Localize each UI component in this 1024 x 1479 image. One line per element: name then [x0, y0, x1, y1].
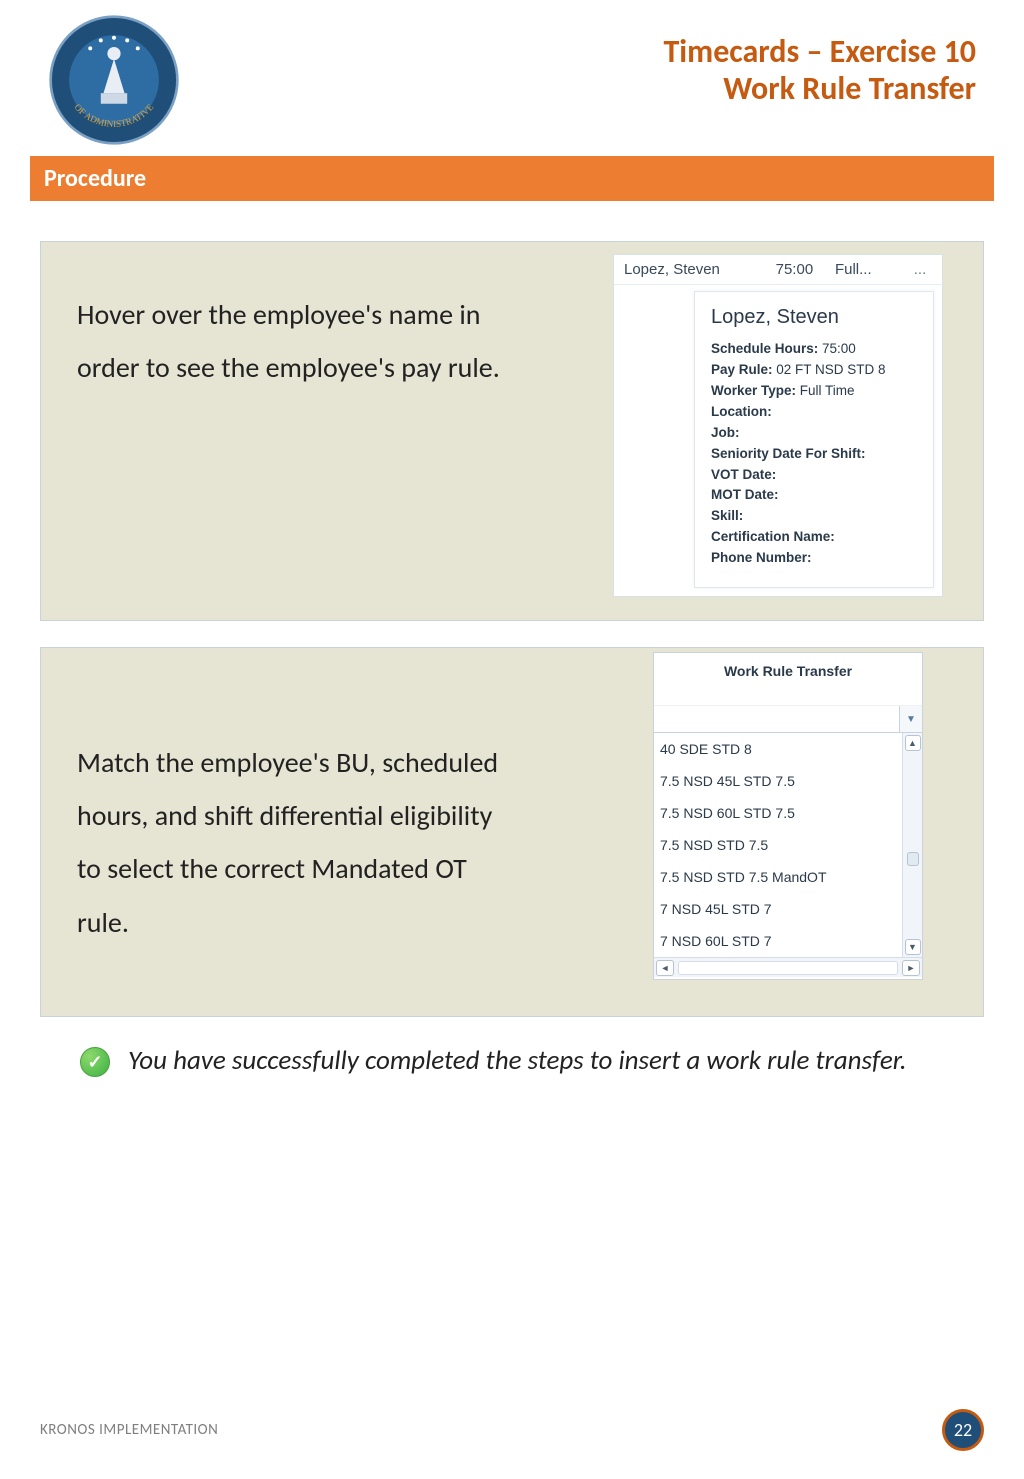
footer-label: KRONOS IMPLEMENTATION — [40, 1421, 218, 1439]
scroll-left-icon[interactable]: ◄ — [656, 960, 674, 976]
employee-row: Lopez, Steven 75:00 Full... ... — [614, 255, 942, 285]
instruction-text-1: Hover over the employee's name in order … — [77, 288, 517, 394]
work-rule-option[interactable]: 7.5 NSD 45L STD 7.5 — [654, 765, 902, 797]
page-title: Timecards – Exercise 10 Work Rule Transf… — [663, 34, 976, 108]
horizontal-scrollbar[interactable]: ◄ ► — [654, 957, 922, 977]
work-rule-option[interactable]: 7.5 NSD STD 7.5 — [654, 829, 902, 861]
work-rule-option-list: 40 SDE STD 87.5 NSD 45L STD 7.57.5 NSD 6… — [654, 733, 902, 957]
page-number-badge: 22 — [942, 1409, 984, 1451]
tooltip-line: Job: — [711, 423, 917, 444]
scroll-thumb[interactable] — [907, 852, 919, 866]
work-rule-option[interactable]: 7 NSD 60L STD 7 — [654, 925, 902, 957]
tooltip-lines: Schedule Hours: 75:00Pay Rule: 02 FT NSD… — [711, 339, 917, 569]
tooltip-line: Phone Number: — [711, 548, 917, 569]
tooltip-line: Skill: — [711, 506, 917, 527]
dropdown-arrow-icon[interactable]: ▼ — [900, 706, 922, 732]
tooltip-line: Schedule Hours: 75:00 — [711, 339, 917, 360]
work-rule-input[interactable] — [654, 706, 900, 732]
title-line-1: Timecards – Exercise 10 — [663, 34, 976, 71]
step-panel-match: Match the employee's BU, scheduled hours… — [40, 647, 984, 1017]
scroll-right-icon[interactable]: ► — [902, 960, 920, 976]
work-rule-option[interactable]: 7.5 NSD 60L STD 7.5 — [654, 797, 902, 829]
employee-hours-cell: 75:00 — [754, 261, 835, 278]
work-rule-input-row: ▼ — [654, 706, 922, 733]
completion-text: You have successfully completed the step… — [128, 1043, 907, 1079]
work-rule-option[interactable]: 40 SDE STD 8 — [654, 733, 902, 765]
employee-name-cell: Lopez, Steven — [624, 261, 754, 278]
tooltip-line: Worker Type: Full Time — [711, 381, 917, 402]
tooltip-line: Location: — [711, 402, 917, 423]
instruction-text-2: Match the employee's BU, scheduled hours… — [77, 736, 517, 949]
scroll-down-icon[interactable]: ▼ — [905, 939, 921, 955]
vertical-scrollbar[interactable]: ▲ ▼ — [902, 733, 922, 957]
tooltip-line: Pay Rule: 02 FT NSD STD 8 — [711, 360, 917, 381]
tooltip-line: Certification Name: — [711, 527, 917, 548]
procedure-heading: Procedure — [30, 156, 994, 201]
more-icon: ... — [908, 261, 932, 278]
page-footer: KRONOS IMPLEMENTATION 22 — [40, 1409, 984, 1451]
tooltip-line: MOT Date: — [711, 485, 917, 506]
work-rule-option[interactable]: 7 NSD 45L STD 7 — [654, 893, 902, 925]
employee-tooltip: Lopez, Steven Schedule Hours: 75:00Pay R… — [694, 291, 934, 588]
scroll-up-icon[interactable]: ▲ — [905, 735, 921, 751]
employee-type-cell: Full... — [835, 261, 908, 278]
checkmark-icon: ✓ — [80, 1047, 110, 1077]
work-rule-option[interactable]: 7.5 NSD STD 7.5 MandOT — [654, 861, 902, 893]
step-panel-hover: Hover over the employee's name in order … — [40, 241, 984, 621]
tooltip-employee-name: Lopez, Steven — [711, 306, 917, 329]
hscroll-track[interactable] — [678, 961, 898, 975]
tooltip-line: Seniority Date For Shift: — [711, 444, 917, 465]
tooltip-line: VOT Date: — [711, 465, 917, 486]
completion-note: ✓ You have successfully completed the st… — [40, 1043, 984, 1079]
work-rule-transfer-header: Work Rule Transfer — [654, 653, 922, 706]
page-header: OF ADMINISTRATIVE Timecards – Exercise 1… — [0, 0, 1024, 150]
work-rule-transfer-screenshot: Work Rule Transfer ▼ 40 SDE STD 87.5 NSD… — [653, 652, 923, 980]
state-seal-logo: OF ADMINISTRATIVE — [48, 14, 180, 146]
title-line-2: Work Rule Transfer — [663, 71, 976, 108]
employee-hover-screenshot: Lopez, Steven 75:00 Full... ... Lopez, S… — [613, 254, 943, 597]
